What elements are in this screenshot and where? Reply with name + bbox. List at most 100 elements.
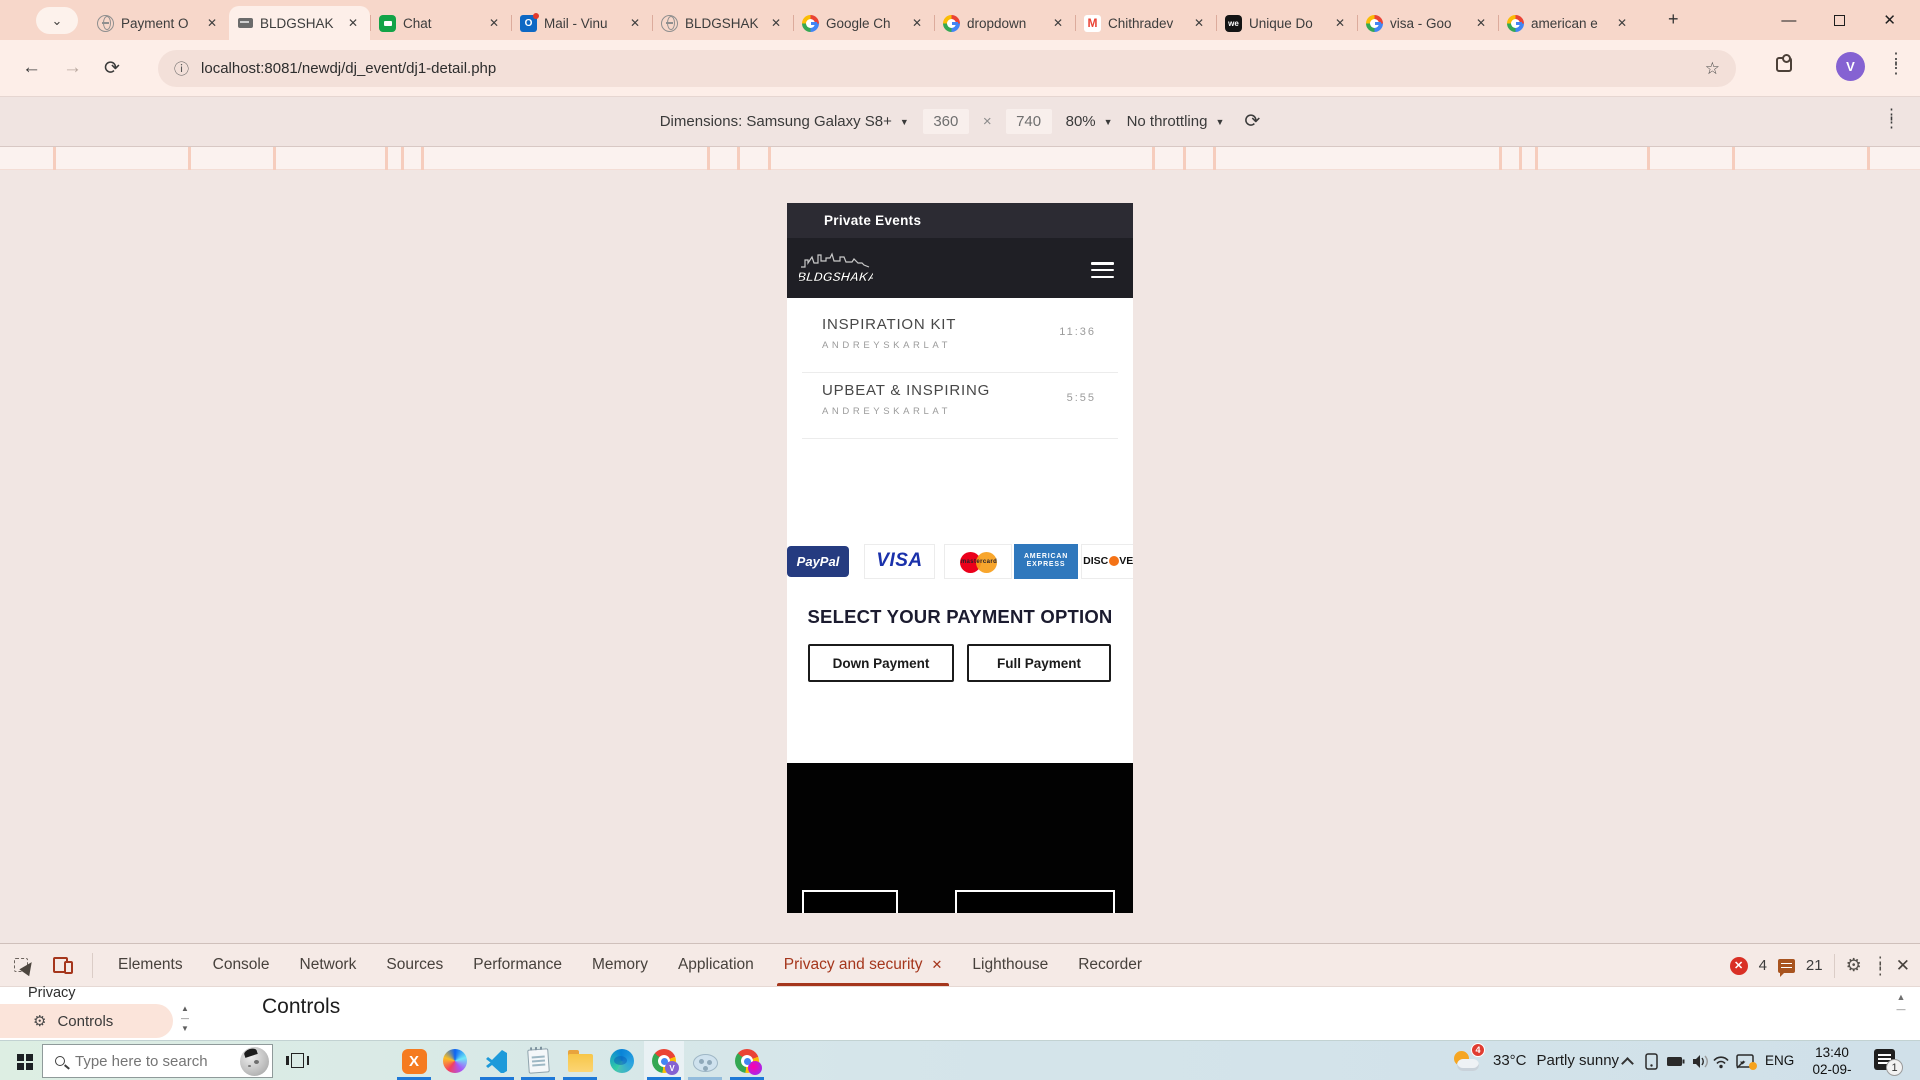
- devtools-settings-icon[interactable]: ⚙: [1846, 955, 1862, 976]
- extensions-icon[interactable]: [1776, 57, 1792, 72]
- search-input[interactable]: [75, 1053, 225, 1070]
- notification-count-badge[interactable]: 1: [1886, 1059, 1903, 1076]
- browser-tab-chat[interactable]: Chat ✕: [370, 6, 511, 40]
- browser-tab-unique[interactable]: we Unique Do ✕: [1216, 6, 1357, 40]
- rotate-device-icon[interactable]: ⟳: [1244, 110, 1260, 133]
- track-duration: 11:36: [1059, 326, 1096, 338]
- devtools-tab-privacy-security[interactable]: Privacy and security ✕: [769, 944, 958, 986]
- taskbar-search-box[interactable]: [42, 1044, 273, 1078]
- url-text[interactable]: localhost:8081/newdj/dj_event/dj1-detail…: [201, 60, 1693, 77]
- hamburger-menu-icon[interactable]: [1091, 262, 1114, 282]
- throttling-selector[interactable]: No throttling ▼: [1127, 113, 1225, 130]
- site-logo[interactable]: BLDGSHAKA: [799, 250, 873, 293]
- bookmark-star-icon[interactable]: ☆: [1705, 59, 1720, 79]
- issue-count[interactable]: 21: [1806, 957, 1823, 974]
- tab-close-icon[interactable]: ✕: [627, 16, 643, 30]
- omnibox[interactable]: ⓘ localhost:8081/newdj/dj_event/dj1-deta…: [158, 50, 1736, 87]
- profile-avatar[interactable]: V: [1836, 52, 1865, 81]
- devtools-tab-memory[interactable]: Memory: [577, 944, 663, 986]
- taskbar-app-tortoise[interactable]: [692, 1048, 718, 1074]
- divider: [802, 438, 1118, 439]
- devtools-tab-application[interactable]: Application: [663, 944, 769, 986]
- track-name: INSPIRATION KIT: [822, 316, 956, 333]
- tray-expand-icon[interactable]: [1621, 1057, 1634, 1070]
- browser-tab-bldgshak2[interactable]: BLDGSHAK ✕: [652, 6, 793, 40]
- inspect-element-icon[interactable]: [14, 953, 38, 977]
- track-row[interactable]: INSPIRATION KIT 11:36 ANDREYSKARLAT: [787, 307, 1133, 373]
- tab-close-icon[interactable]: ✕: [1050, 16, 1066, 30]
- error-count[interactable]: 4: [1759, 957, 1767, 974]
- tab-search-button[interactable]: ⌄: [36, 7, 78, 34]
- full-payment-button[interactable]: Full Payment: [967, 644, 1111, 682]
- device-width-input[interactable]: 360: [923, 109, 969, 134]
- devtools-tab-bar: Elements Console Network Sources Perform…: [0, 944, 1920, 987]
- search-highlight-avatar[interactable]: [240, 1047, 269, 1076]
- sidebar-item-controls[interactable]: ⚙ Controls: [0, 1004, 173, 1038]
- new-tab-button[interactable]: +: [1668, 9, 1679, 30]
- tab-close-icon[interactable]: ✕: [1614, 16, 1630, 30]
- tab-close-icon[interactable]: ✕: [909, 16, 925, 30]
- back-icon[interactable]: ←: [22, 57, 41, 79]
- taskbar-app-notepad[interactable]: [525, 1048, 551, 1074]
- device-toolbar-toggle-icon[interactable]: [52, 953, 76, 977]
- browser-tab-chithradev[interactable]: M Chithradev ✕: [1075, 6, 1216, 40]
- taskbar-clock[interactable]: 13:40 02-09-2025: [1800, 1045, 1864, 1080]
- device-toolbar-menu-icon[interactable]: ⋮⋮: [1884, 111, 1894, 127]
- tab-close-icon[interactable]: ✕: [345, 16, 361, 30]
- device-height-input[interactable]: 740: [1006, 109, 1052, 134]
- down-payment-button[interactable]: Down Payment: [808, 644, 954, 682]
- tab-close-icon[interactable]: ✕: [1191, 16, 1207, 30]
- task-view-icon[interactable]: [291, 1053, 304, 1068]
- error-badge-icon[interactable]: ✕: [1730, 957, 1748, 975]
- language-indicator[interactable]: ENG: [1765, 1053, 1794, 1068]
- panel-scrollbar[interactable]: ▲—: [1894, 991, 1908, 1015]
- devtools-tab-console[interactable]: Console: [198, 944, 285, 986]
- taskbar-app-xampp[interactable]: X: [401, 1048, 427, 1074]
- devtools-tab-performance[interactable]: Performance: [458, 944, 577, 986]
- taskbar-app-vscode[interactable]: [484, 1048, 510, 1074]
- taskbar-app-copilot[interactable]: [442, 1048, 468, 1074]
- taskbar-app-edge[interactable]: [609, 1048, 635, 1074]
- page-info-icon[interactable]: ⓘ: [174, 58, 189, 79]
- taskbar-app-explorer[interactable]: [567, 1048, 593, 1074]
- devtools-tab-sources[interactable]: Sources: [371, 944, 458, 986]
- taskbar-weather[interactable]: 4 33°C Partly sunny: [1453, 1046, 1619, 1074]
- tab-close-icon[interactable]: ✕: [768, 16, 784, 30]
- browser-tab-visa[interactable]: visa - Goo ✕: [1357, 6, 1498, 40]
- devtools-tab-recorder[interactable]: Recorder: [1063, 944, 1157, 986]
- tab-close-icon[interactable]: ✕: [1473, 16, 1489, 30]
- browser-tab-american[interactable]: american e ✕: [1498, 6, 1639, 40]
- taskbar-app-chrome-profile-2[interactable]: [734, 1048, 760, 1074]
- tab-close-icon[interactable]: ✕: [486, 16, 502, 30]
- devtools-close-icon[interactable]: ✕: [1896, 956, 1910, 976]
- taskbar-app-chrome-profile-v[interactable]: V: [651, 1048, 677, 1074]
- window-minimize-button[interactable]: —: [1781, 12, 1796, 29]
- issues-icon[interactable]: [1778, 959, 1795, 973]
- browser-tab-bldgshak-active[interactable]: BLDGSHAK ✕: [229, 6, 370, 40]
- reload-icon[interactable]: ⟳: [104, 57, 120, 80]
- track-row[interactable]: UPBEAT & INSPIRING 5:55 ANDREYSKARLAT: [787, 373, 1133, 439]
- window-maximize-button[interactable]: [1834, 15, 1845, 26]
- start-button-icon[interactable]: [17, 1054, 24, 1061]
- tab-close-icon[interactable]: ✕: [1332, 16, 1348, 30]
- tab-close-icon[interactable]: ✕: [204, 16, 220, 30]
- devtools-tab-elements[interactable]: Elements: [103, 944, 198, 986]
- browser-tab-google-chrome[interactable]: Google Ch ✕: [793, 6, 934, 40]
- forward-icon[interactable]: →: [63, 57, 82, 79]
- zoom-selector[interactable]: 80% ▼: [1066, 113, 1113, 130]
- device-selector[interactable]: Dimensions: Samsung Galaxy S8+ ▼: [660, 113, 909, 130]
- devtools-tab-network[interactable]: Network: [285, 944, 372, 986]
- windows-taskbar: X V 4 33°C: [0, 1040, 1920, 1080]
- screen: ⌄ Payment O ✕ BLDGSHAK ✕ Chat ✕ O Mail -…: [0, 0, 1920, 1080]
- tab-close-icon[interactable]: ✕: [931, 944, 942, 986]
- system-tray-icons[interactable]: [1645, 1051, 1760, 1071]
- sidebar-scrollbar[interactable]: ▲—▼: [178, 1004, 192, 1038]
- devtools-tab-lighthouse[interactable]: Lighthouse: [957, 944, 1063, 986]
- browser-tab-dropdown[interactable]: dropdown ✕: [934, 6, 1075, 40]
- browser-tab-mail[interactable]: O Mail - Vinu ✕: [511, 6, 652, 40]
- devtools-menu-icon[interactable]: ⋮⋮: [1873, 959, 1885, 973]
- window-close-button[interactable]: ✕: [1883, 11, 1896, 29]
- outlook-icon: O: [520, 15, 537, 32]
- browser-menu-icon[interactable]: ⋮⋮: [1888, 55, 1898, 73]
- browser-tab-payment[interactable]: Payment O ✕: [88, 6, 229, 40]
